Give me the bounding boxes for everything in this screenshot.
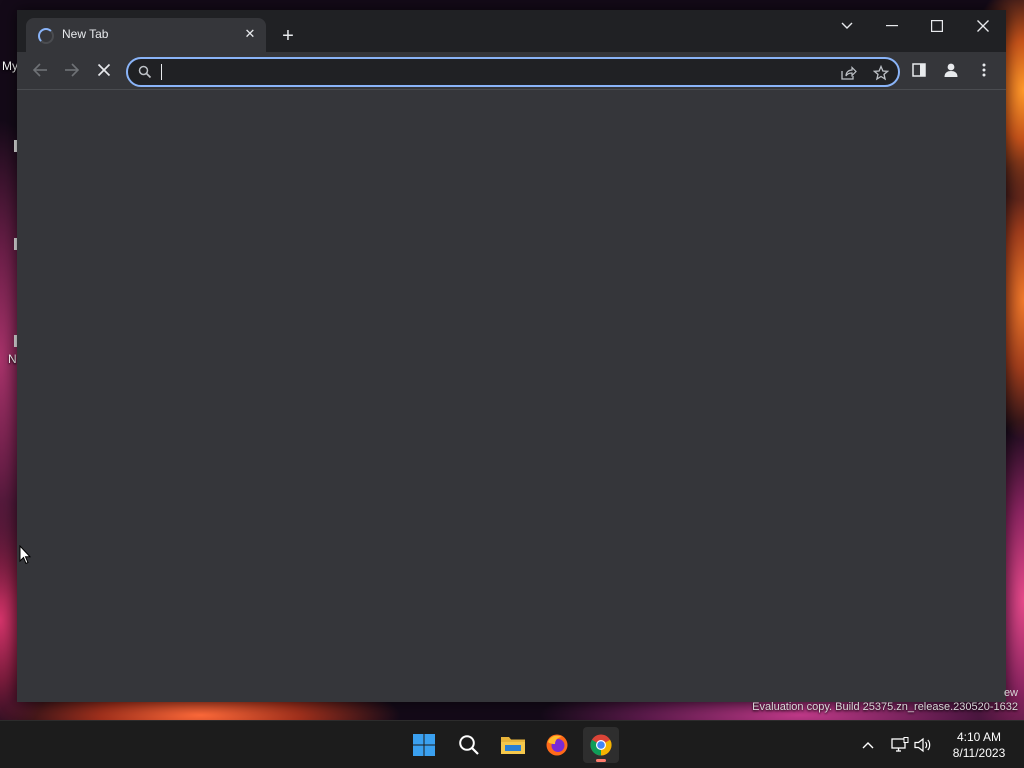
tab-title: New Tab (62, 27, 109, 41)
maximize-icon (931, 20, 943, 32)
address-input[interactable] (160, 62, 820, 82)
side-panel-icon (912, 63, 926, 77)
profile-icon (944, 63, 958, 77)
firefox-icon (546, 734, 568, 756)
volume-button[interactable] (913, 735, 933, 755)
desktop-icon-label[interactable]: N (8, 352, 17, 366)
chrome-button[interactable] (583, 727, 619, 763)
active-app-indicator (596, 759, 606, 762)
evaluation-watermark: Evaluation copy. Build 25375.zn_release.… (752, 701, 1018, 713)
page-content[interactable] (17, 90, 1006, 702)
menu-button[interactable] (970, 56, 998, 84)
share-icon (841, 66, 857, 80)
chevron-up-icon (862, 742, 874, 749)
chrome-icon (590, 734, 612, 756)
minimize-icon (886, 25, 898, 27)
watermark-edge-text: ew (1003, 687, 1018, 699)
browser-titlebar: New Tab ✕ + (17, 10, 1006, 52)
share-button[interactable] (838, 62, 860, 84)
mouse-pointer-icon (19, 544, 32, 570)
tab-close-icon[interactable]: ✕ (242, 26, 258, 42)
network-button[interactable] (890, 735, 910, 755)
search-icon (138, 65, 152, 79)
text-caret (161, 64, 162, 80)
loading-spinner-icon (38, 28, 54, 44)
system-clock[interactable]: 4:10 AM 8/11/2023 (940, 729, 1018, 761)
browser-toolbar (17, 52, 1006, 90)
taskbar-search-button[interactable] (451, 727, 487, 763)
browser-window: New Tab ✕ + (17, 10, 1006, 702)
search-icon (459, 735, 479, 755)
new-tab-button[interactable]: + (277, 25, 299, 47)
kebab-menu-icon (982, 63, 986, 77)
bookmark-button[interactable] (870, 62, 892, 84)
arrow-left-icon (32, 63, 47, 77)
side-panel-button[interactable] (905, 56, 933, 84)
stop-loading-button[interactable] (90, 56, 118, 84)
minimize-button[interactable] (872, 12, 912, 40)
close-icon (977, 20, 989, 32)
folder-icon (501, 737, 525, 754)
clock-date: 8/11/2023 (952, 746, 1006, 760)
close-window-button[interactable] (963, 12, 1003, 40)
start-button[interactable] (406, 727, 442, 763)
profile-button[interactable] (937, 56, 965, 84)
tab-search-button[interactable] (827, 12, 867, 40)
maximize-button[interactable] (917, 12, 957, 40)
windows-logo-icon (413, 734, 435, 756)
tab-new-tab[interactable]: New Tab ✕ (26, 18, 266, 52)
speaker-icon (914, 737, 931, 753)
back-button[interactable] (26, 56, 54, 84)
chevron-down-icon (841, 22, 853, 29)
forward-button[interactable] (58, 56, 86, 84)
stop-x-icon (97, 63, 111, 77)
show-hidden-icons-button[interactable] (858, 735, 878, 755)
file-explorer-button[interactable] (495, 727, 531, 763)
network-icon (891, 737, 909, 752)
arrow-right-icon (65, 63, 80, 77)
clock-time: 4:10 AM (956, 730, 1002, 744)
star-icon (873, 65, 889, 81)
firefox-button[interactable] (539, 727, 575, 763)
address-bar[interactable] (126, 57, 900, 87)
desktop-icon-label[interactable]: My (2, 59, 18, 73)
taskbar: 4:10 AM 8/11/2023 (0, 720, 1024, 768)
